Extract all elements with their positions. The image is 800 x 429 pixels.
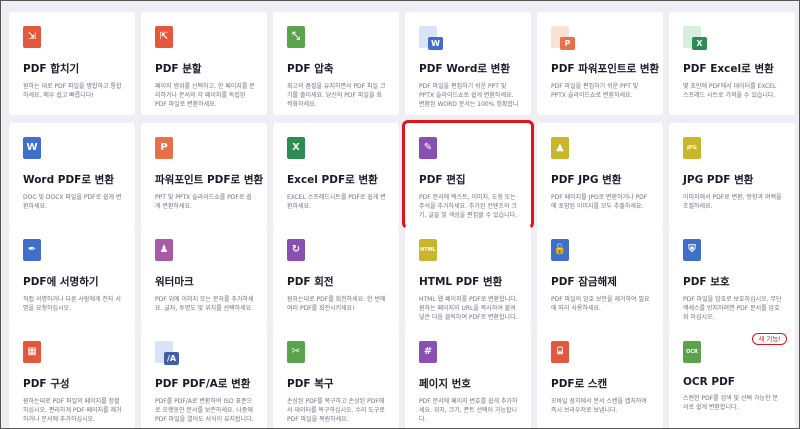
tool-card[interactable]: ⇱ PDF 분할페이지 범위를 선택하고, 한 페이지를 분리하거나 문서의 각 … [141, 12, 267, 115]
tool-title: PDF Excel로 변환 [683, 63, 774, 75]
tool-description: PDF 위에 이미지 또는 문자를 추가하세요. 글자, 투명도 및 위치를 선… [155, 296, 254, 312]
tool-title: PDF 파워포인트로 변환 [551, 63, 660, 75]
tool-card[interactable]: /A PDF PDF/A로 변환 PDF를 PDF/A로 변환하여 ISO 표준으로… [141, 327, 267, 428]
tool-title: PDF에 서명하기 [23, 276, 99, 288]
new-feature-badge: 새 기능! [752, 333, 787, 345]
tool-description: 최고의 품질을 유지하면서 PDF 파일 크기를 줄이세요. 당신의 PDF 파… [287, 83, 386, 108]
tool-card[interactable]: ✂ PDF 복구손상된 PDF를 복구하고 손상된 PDF에서 데이터를 복구하십… [273, 327, 399, 428]
tool-title: PDF로 스캔 [551, 378, 608, 390]
powerpoint-icon: P [551, 26, 577, 52]
tool-description: PDF 파일을 암호로 보호하십시오. 무단 액세스를 방지하려면 PDF 문서… [683, 296, 782, 321]
word-icon: W [419, 26, 445, 52]
tool-card[interactable]: ⌸ PDF로 스캔모바일 장치에서 문서 스캔을 캡처하여 즉시 브라우저로 보냅… [537, 327, 663, 428]
tool-description: PDF를 PDF/A로 변환하여 ISO 표준으로 오랫동안 문서를 보존하세요… [155, 398, 254, 423]
tool-description: 페이지 범위를 선택하고, 한 페이지를 분리하거나 문서의 각 페이지를 독립… [155, 83, 255, 108]
tool-description: 몇 초만에 PDF에서 데이터를 EXCEL 스프레드 시트로 가져올 수 있습… [683, 83, 777, 99]
tool-title: HTML PDF 변환 [419, 276, 503, 288]
pdfa-icon: /A [155, 341, 181, 367]
tool-title: PDF 편집 [419, 174, 466, 186]
tool-card[interactable]: HTML HTML PDF 변환 HTML 웹 페이지를 PDF로 변환합니다. 원… [405, 225, 531, 328]
jpg-to-pdf-icon: JPG [683, 137, 709, 163]
watermark-icon: ♟ [155, 239, 181, 265]
scan-icon: ⌸ [551, 341, 577, 367]
tool-title: PDF 회전 [287, 276, 334, 288]
tools-panel: ⇲ PDF 합치기원하는 대로 PDF 파일을 병합하고 통합하세요. 매우 쉽고… [0, 0, 800, 429]
rotate-icon: ↻ [287, 239, 313, 265]
word-to-pdf-icon: W [23, 137, 49, 163]
tool-description: 원하는대로 PDF를 회전하세요. 한 번에 여러 PDF를 회전시키세요! [287, 296, 386, 312]
powerpoint-to-pdf-icon: P [155, 137, 181, 163]
tool-description: PPT 및 PPTX 슬라이드쇼를 PDF로 쉽게 변환하세요. [155, 194, 252, 210]
tool-title: Excel PDF로 변환 [287, 174, 378, 186]
tool-description: 스캔한 PDF를 검색 및 선택 가능한 문서로 쉽게 변환합니다. [683, 395, 778, 411]
tool-description: PDF 파일을 편집하기 쉬운 PPT 및 PPTX 슬라이드쇼로 변환하세요. [551, 83, 639, 99]
tool-card[interactable]: # 페이지 번호 PDF 문서에 페이지 번호를 쉽게 추가하세요. 위치, 크기,… [405, 327, 531, 428]
tool-title: PDF Word로 변환 [419, 63, 510, 75]
tool-description: 원하는 대로 PDF 파일을 병합하고 통합하세요. 매우 쉽고 빠릅니다! [23, 83, 122, 99]
html-icon: HTML [419, 239, 445, 265]
tool-description: 직접 서명하거나 다른 사람에게 전자 서명을 요청하십시오. [23, 296, 121, 312]
tool-card[interactable]: X PDF Excel로 변환몇 초만에 PDF에서 데이터를 EXCEL 스프레… [669, 12, 795, 115]
excel-to-pdf-icon: X [287, 137, 313, 163]
sign-icon: ✒ [23, 239, 49, 265]
tool-title: PDF 압축 [287, 63, 334, 75]
tool-card[interactable]: ⤡ PDF 압축최고의 품질을 유지하면서 PDF 파일 크기를 줄이세요. 당신… [273, 12, 399, 115]
tool-card[interactable]: W Word PDF로 변환 DOC 및 DOCX 파일을 PDF로 쉽게 변환하세… [9, 123, 135, 226]
tool-description: 모바일 장치에서 문서 스캔을 캡처하여 즉시 브라우저로 보냅니다. [551, 398, 647, 414]
tool-card[interactable]: ↻ PDF 회전원하는대로 PDF를 회전하세요. 한 번에 여러 PDF를 회전… [273, 225, 399, 328]
tool-card[interactable]: OCR OCR PDF 스캔한 PDF를 검색 및 선택 가능한 문서로 쉽게 변환… [669, 327, 795, 428]
merge-icon: ⇲ [23, 26, 49, 52]
tool-card[interactable]: ✎ PDF 편집 PDF 문서에 텍스트, 이미지, 도형 또는 주석을 추가하세요… [402, 120, 534, 229]
tools-grid: ⇲ PDF 합치기원하는 대로 PDF 파일을 병합하고 통합하세요. 매우 쉽고… [5, 1, 797, 428]
tool-card[interactable]: ⇲ PDF 합치기원하는 대로 PDF 파일을 병합하고 통합하세요. 매우 쉽고… [9, 12, 135, 115]
compress-icon: ⤡ [287, 26, 313, 52]
tool-description: 손상된 PDF를 복구하고 손상된 PDF에서 데이터를 복구하십시오. 수리 … [287, 398, 385, 423]
tool-title: PDF 보호 [683, 276, 730, 288]
tool-description: 원하는대로 PDF 파일의 페이지를 정렬하십시오. 편리하게 PDF 페이지를… [23, 398, 122, 423]
tool-title: PDF 복구 [287, 378, 334, 390]
tool-card[interactable]: ♟ 워터마크 PDF 위에 이미지 또는 문자를 추가하세요. 글자, 투명도 및 … [141, 225, 267, 328]
tool-card[interactable]: ⛨ PDF 보호 PDF 파일을 암호로 보호하십시오. 무단 액세스를 방지하려면… [669, 225, 795, 328]
excel-icon: X [683, 26, 709, 52]
tool-card[interactable]: P PDF 파워포인트로 변환 PDF 파일을 편집하기 쉬운 PPT 및 PPTX… [537, 12, 663, 115]
edit-icon: ✎ [419, 137, 445, 163]
tool-title: PDF 잠금해제 [551, 276, 617, 288]
repair-icon: ✂ [287, 341, 313, 367]
tool-description: PDF 문서에 페이지 번호를 쉽게 추가하세요. 위치, 크기, 폰트 선택이… [419, 398, 518, 423]
tool-card[interactable]: W PDF Word로 변환 PDF 파일을 편집하기 쉬운 PPT 및 PPTX … [405, 12, 531, 115]
tool-title: OCR PDF [683, 376, 735, 388]
split-icon: ⇱ [155, 26, 181, 52]
tool-card[interactable]: ✒ PDF에 서명하기직접 서명하거나 다른 사람에게 전자 서명을 요청하십시오… [9, 225, 135, 328]
tool-description: EXCEL 스프레드시트를 PDF로 쉽게 변환하세요. [287, 194, 386, 210]
tool-title: PDF 합치기 [23, 63, 80, 75]
tool-title: PDF PDF/A로 변환 [155, 378, 251, 390]
tool-description: DOC 및 DOCX 파일을 PDF로 쉽게 변환하세요. [23, 194, 122, 210]
tool-description: PDF 문서에 텍스트, 이미지, 도형 또는 주석을 추가하세요. 추가된 컨… [419, 194, 518, 219]
tool-title: Word PDF로 변환 [23, 174, 114, 186]
unlock-icon: 🔓 [551, 239, 577, 265]
organize-icon: ▦ [23, 341, 49, 367]
tool-card[interactable]: ▦ PDF 구성원하는대로 PDF 파일의 페이지를 정렬하십시오. 편리하게 P… [9, 327, 135, 428]
tool-description: PDF 파일을 편집하기 쉬운 PPT 및 PPTX 슬라이드쇼로 쉽게 변환하… [419, 83, 519, 108]
protect-icon: ⛨ [683, 239, 709, 265]
tool-card[interactable]: X Excel PDF로 변환 EXCEL 스프레드시트를 PDF로 쉽게 변환하세… [273, 123, 399, 226]
tool-title: 페이지 번호 [419, 378, 471, 390]
page-number-icon: # [419, 341, 445, 367]
tool-title: PDF JPG 변환 [551, 174, 622, 186]
pdf-to-jpg-icon: ▲ [551, 137, 577, 163]
tool-card[interactable]: JPG JPG PDF 변환이미지에서 PDF로 변환, 방향과 여백을 조절하세… [669, 123, 795, 226]
tool-title: 워터마크 [155, 276, 194, 288]
tool-card[interactable]: P 파워포인트 PDF로 변환 PPT 및 PPTX 슬라이드쇼를 PDF로 쉽게 … [141, 123, 267, 226]
tool-card[interactable]: 🔓 PDF 잠금해제 PDF 파일의 암호 보안을 제거하여 필요에 따라 사용하세… [537, 225, 663, 328]
tool-description: 이미지에서 PDF로 변환, 방향과 여백을 조절하세요. [683, 194, 782, 210]
ocr-icon: OCR [683, 341, 709, 367]
tool-description: PDF 페이지를 JPG로 변환하거나 PDF에 포함된 이미지를 모두 추출하… [551, 194, 648, 210]
tool-title: PDF 분할 [155, 63, 202, 75]
tool-card[interactable]: ▲ PDF JPG 변환 PDF 페이지를 JPG로 변환하거나 PDF에 포함된 … [537, 123, 663, 226]
tool-description: PDF 파일의 암호 보안을 제거하여 필요에 따라 사용하세요. [551, 296, 650, 312]
tool-title: PDF 구성 [23, 378, 70, 390]
tool-title: 파워포인트 PDF로 변환 [155, 174, 264, 186]
tool-description: HTML 웹 페이지를 PDF로 변환합니다. 원하는 페이지의 URL을 복사… [419, 296, 518, 321]
tool-title: JPG PDF 변환 [683, 174, 754, 186]
